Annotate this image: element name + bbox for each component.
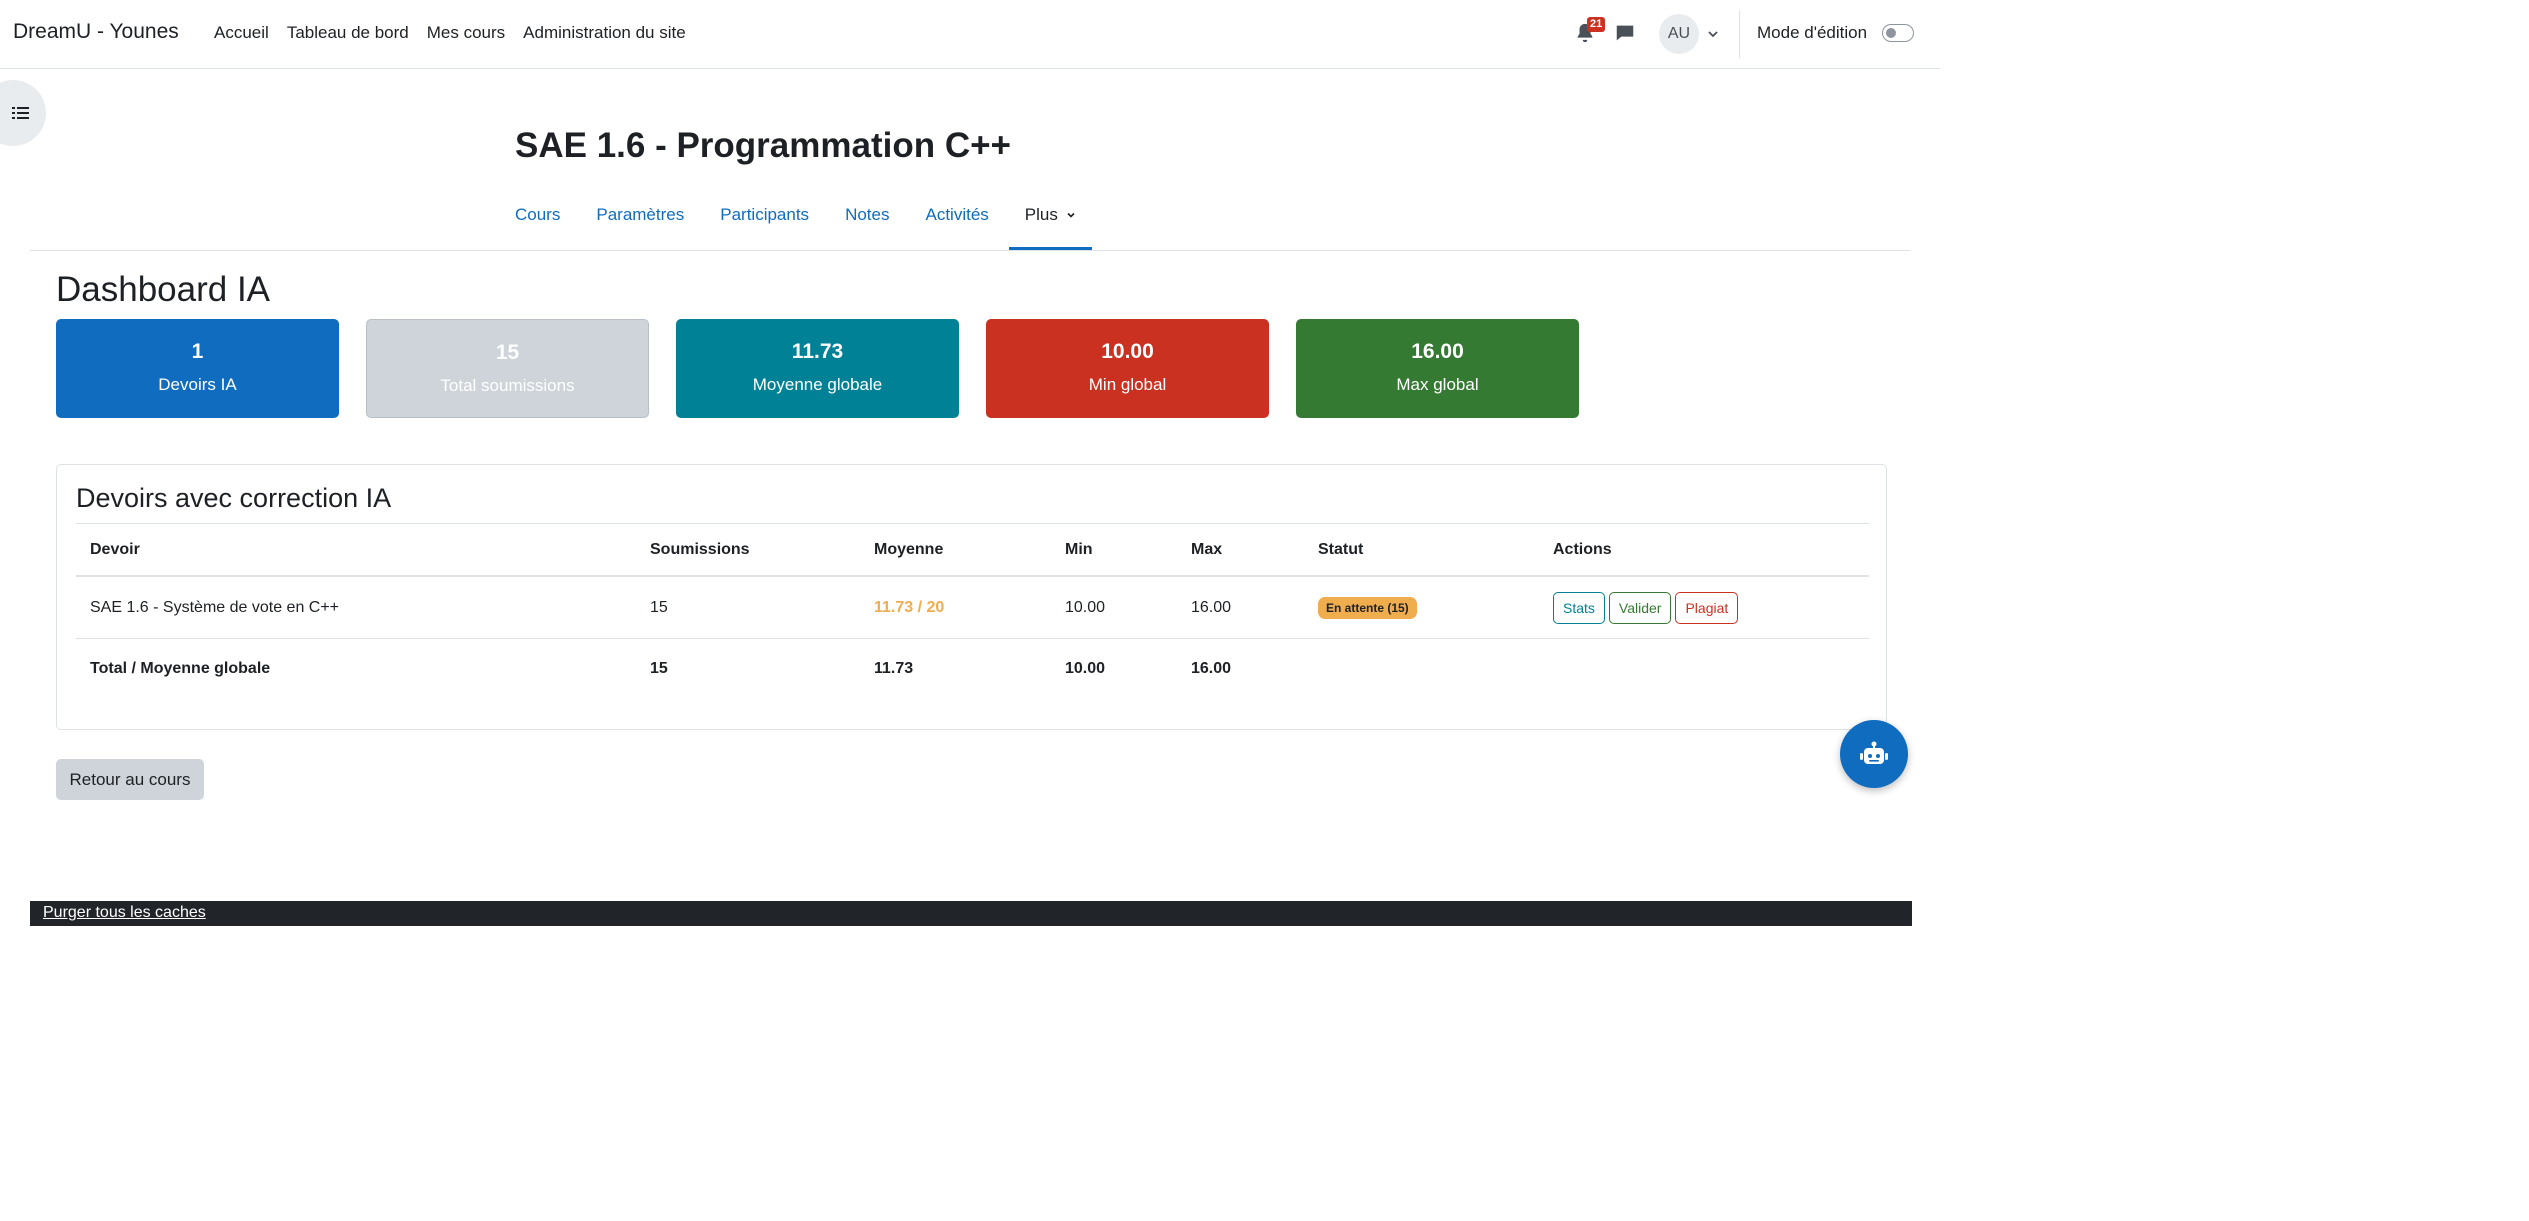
chevron-down-icon[interactable] bbox=[1706, 27, 1720, 41]
secondary-nav-divider bbox=[30, 250, 1910, 251]
tab-cours[interactable]: Cours bbox=[515, 190, 560, 250]
table-row: SAE 1.6 - Système de vote en C++ 15 11.7… bbox=[76, 577, 1869, 639]
stat-label: Moyenne globale bbox=[752, 375, 883, 394]
cell-actions: Stats Valider Plagiat bbox=[1553, 577, 1742, 638]
stat-value: 1 bbox=[191, 340, 204, 363]
stat-card-moyenne-globale: 11.73 Moyenne globale bbox=[676, 319, 959, 418]
column-header-statut: Statut bbox=[1318, 540, 1364, 558]
list-icon bbox=[12, 107, 29, 119]
ai-assistant-button[interactable] bbox=[1840, 720, 1908, 788]
stat-label: Max global bbox=[1396, 375, 1479, 394]
cell-moyenne: 11.73 / 20 bbox=[874, 577, 944, 638]
navbar-divider bbox=[1739, 10, 1740, 58]
total-min: 10.00 bbox=[1065, 660, 1106, 677]
total-moyenne: 11.73 bbox=[874, 660, 914, 677]
status-badge: En attente (15) bbox=[1318, 596, 1417, 619]
stat-value: 11.73 bbox=[791, 340, 844, 363]
table-header-row: Devoir Soumissions Moyenne Min Max Statu… bbox=[76, 524, 1869, 577]
assignments-card: Devoirs avec correction IA Devoir Soumis… bbox=[56, 464, 1887, 730]
edit-mode-toggle[interactable] bbox=[1882, 24, 1914, 42]
stat-card-min-global: 10.00 Min global bbox=[986, 319, 1269, 418]
tab-activites[interactable]: Activités bbox=[925, 190, 988, 250]
moyenne-value: 11.73 / 20 bbox=[874, 598, 945, 616]
top-navbar: DreamU - Younes Accueil Tableau de bord … bbox=[0, 0, 1940, 69]
cell-devoir: SAE 1.6 - Système de vote en C++ bbox=[90, 598, 340, 616]
table-total-row: Total / Moyenne globale 15 11.73 10.00 1… bbox=[76, 639, 1869, 699]
user-avatar[interactable]: AU bbox=[1659, 14, 1699, 54]
nav-item-administration[interactable]: Administration du site bbox=[523, 23, 686, 43]
stat-value: 15 bbox=[495, 341, 520, 364]
total-label: Total / Moyenne globale bbox=[90, 660, 271, 677]
course-secondary-navigation: Cours Paramètres Participants Notes Acti… bbox=[515, 190, 1128, 250]
stat-card-devoirs-ia: 1 Devoirs IA bbox=[56, 319, 339, 418]
cell-min: 10.00 bbox=[1065, 598, 1106, 616]
nav-item-mes-cours[interactable]: Mes cours bbox=[427, 23, 505, 43]
stats-button[interactable]: Stats bbox=[1553, 591, 1605, 624]
nav-item-tableau-de-bord[interactable]: Tableau de bord bbox=[287, 23, 409, 43]
primary-navigation: Accueil Tableau de bord Mes cours Admini… bbox=[214, 23, 686, 43]
plagiat-button[interactable]: Plagiat bbox=[1675, 591, 1739, 624]
column-header-soumissions: Soumissions bbox=[650, 540, 750, 558]
nav-item-accueil[interactable]: Accueil bbox=[214, 23, 269, 43]
stat-value: 10.00 bbox=[1101, 340, 1154, 363]
total-max: 16.00 bbox=[1191, 660, 1232, 677]
column-header-max: Max bbox=[1191, 540, 1223, 558]
ai-assistant-icon bbox=[1860, 741, 1888, 764]
stat-label: Min global bbox=[1088, 375, 1167, 394]
back-to-course-button[interactable]: Retour au cours bbox=[56, 759, 204, 800]
valider-button[interactable]: Valider bbox=[1608, 591, 1672, 624]
tab-plus[interactable]: Plus bbox=[1008, 190, 1092, 250]
total-soumissions: 15 bbox=[650, 660, 668, 677]
tab-participants[interactable]: Participants bbox=[720, 190, 809, 250]
stat-label: Devoirs IA bbox=[158, 375, 237, 394]
course-title: SAE 1.6 - Programmation C++ bbox=[515, 126, 1011, 165]
stat-value: 16.00 bbox=[1411, 340, 1464, 363]
assignments-table: Devoir Soumissions Moyenne Min Max Statu… bbox=[76, 524, 1869, 699]
edit-mode-label: Mode d'édition bbox=[1757, 23, 1868, 42]
stat-card-total-soumissions: 15 Total soumissions bbox=[366, 319, 649, 418]
column-header-actions: Actions bbox=[1553, 540, 1612, 558]
stat-label: Total soumissions bbox=[440, 376, 575, 395]
cell-statut: En attente (15) bbox=[1318, 577, 1417, 638]
dashboard-title: Dashboard IA bbox=[56, 270, 271, 309]
course-index-toggle[interactable] bbox=[0, 80, 46, 146]
cell-max: 16.00 bbox=[1191, 598, 1232, 616]
tab-parametres[interactable]: Paramètres bbox=[596, 190, 684, 250]
stat-card-max-global: 16.00 Max global bbox=[1296, 319, 1579, 418]
tab-plus-label: Plus bbox=[1024, 205, 1058, 224]
page-footer: Purger tous les caches bbox=[30, 901, 1912, 926]
column-header-min: Min bbox=[1065, 540, 1093, 558]
site-brand[interactable]: DreamU - Younes bbox=[13, 20, 179, 44]
purge-caches-link[interactable]: Purger tous les caches bbox=[43, 904, 206, 922]
assignments-card-title: Devoirs avec correction IA bbox=[76, 483, 392, 513]
tab-notes[interactable]: Notes bbox=[845, 190, 889, 250]
chat-icon[interactable] bbox=[1614, 22, 1636, 44]
column-header-devoir: Devoir bbox=[90, 540, 140, 558]
column-header-moyenne: Moyenne bbox=[874, 540, 944, 558]
chevron-down-icon bbox=[1067, 212, 1075, 218]
cell-soumissions: 15 bbox=[650, 598, 668, 616]
notification-badge: 21 bbox=[1587, 17, 1606, 32]
